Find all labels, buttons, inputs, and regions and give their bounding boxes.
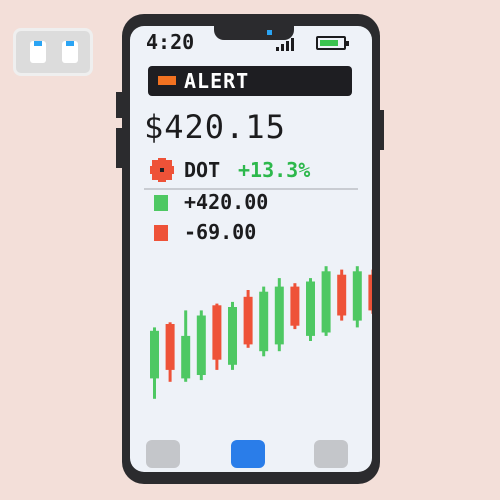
candle-body <box>368 274 372 311</box>
candle-body <box>352 271 362 321</box>
phone-frame: 4:20 ALERT $420.15 DOT +13.3% +420.00 -6… <box>122 14 380 484</box>
reader-app-icon[interactable] <box>13 28 93 76</box>
candle-body <box>212 305 222 360</box>
candle-body <box>165 324 175 370</box>
candle-body <box>243 296 253 345</box>
candle-body <box>259 291 269 352</box>
coin-change: +13.3% <box>238 158 311 182</box>
candle-body <box>228 307 237 365</box>
candle-body <box>150 330 159 379</box>
nav-right-button[interactable] <box>314 440 348 468</box>
up-square-icon <box>154 195 168 211</box>
status-time: 4:20 <box>146 30 195 54</box>
page-icon <box>62 41 78 63</box>
transaction-amount: -69.00 <box>184 220 257 244</box>
candle-body <box>290 286 300 326</box>
alert-icon <box>158 76 176 85</box>
transaction-row[interactable]: +420.00 <box>150 190 350 216</box>
candle-body <box>306 281 315 336</box>
candle-body <box>321 271 331 333</box>
alert-banner[interactable]: ALERT <box>148 66 352 96</box>
transaction-amount: +420.00 <box>184 190 269 214</box>
polkadot-icon <box>150 158 174 182</box>
nav-left-button[interactable] <box>146 440 180 468</box>
signal-icon <box>276 38 294 51</box>
down-square-icon <box>154 225 168 241</box>
nav-center-button[interactable] <box>231 440 265 468</box>
candle-body <box>274 286 284 345</box>
battery-fill <box>320 40 338 46</box>
phone-screen: 4:20 ALERT $420.15 DOT +13.3% +420.00 -6… <box>130 26 372 472</box>
page-icon <box>30 41 46 63</box>
battery-icon <box>316 36 349 50</box>
candle-body <box>337 274 347 316</box>
candle-body <box>196 315 206 375</box>
candle-body <box>181 335 191 379</box>
transaction-row[interactable]: -69.00 <box>150 220 350 246</box>
alert-label: ALERT <box>184 69 250 93</box>
coin-ticker: DOT <box>184 158 221 182</box>
candlestick-chart <box>150 266 372 399</box>
camera-icon <box>267 30 272 35</box>
coin-row[interactable]: DOT +13.3% <box>146 158 366 182</box>
price-value: $420.15 <box>144 108 286 146</box>
